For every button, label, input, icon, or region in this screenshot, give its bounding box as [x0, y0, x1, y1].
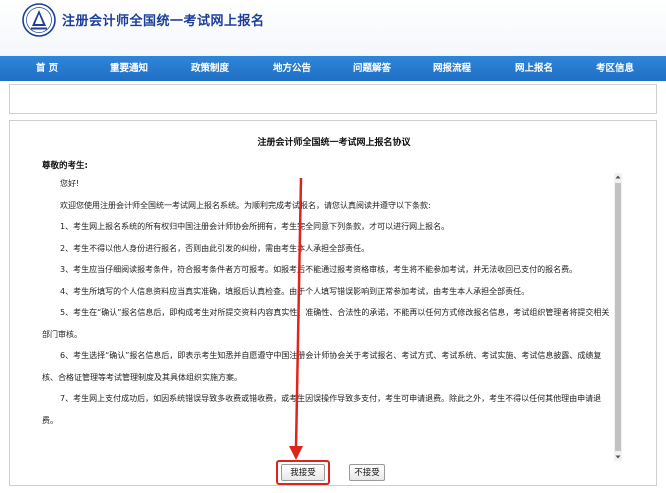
nav-item-exam-areas[interactable]: 考区信息 — [574, 56, 656, 81]
agreement-salutation: 尊敬的考生: — [42, 161, 88, 171]
top-info-box — [9, 84, 657, 114]
agreement-clause: 6、考生选择“确认”报名信息后，即表示考生知悉并自愿遵守中国注册会计师协会关于考… — [42, 351, 602, 382]
agreement-greeting: 您好! — [60, 179, 80, 188]
nav-item-online-registration[interactable]: 网上报名 — [494, 56, 574, 81]
agreement-intro: 欢迎您使用注册会计师全国统一考试网上报名系统。为顺利完成考试报名，请您认真阅读并… — [60, 200, 431, 210]
accept-button[interactable]: 我接受 — [281, 464, 325, 481]
nav-item-local-announcements[interactable]: 地方公告 — [252, 56, 332, 81]
agreement-scroll-area[interactable]: 您好! 欢迎您使用注册会计师全国统一考试网上报名系统。为顺利完成考试报名，请您认… — [42, 173, 622, 461]
cicpa-logo-icon — [22, 3, 56, 37]
scrollbar-thumb[interactable] — [615, 183, 621, 451]
nav-item-faq[interactable]: 问题解答 — [332, 56, 412, 81]
agreement-clause: 2、考生不得以他人身份进行报名，否则由此引发的纠纷，需由考生本人承担全部责任。 — [60, 243, 370, 253]
reject-button[interactable]: 不接受 — [349, 464, 385, 481]
agreement-clause: 4、考生所填写的个人信息资料应当真实准确，填报后认真检查。由于个人填写错误影响到… — [60, 286, 530, 296]
agreement-clause: 7、考生网上支付成功后，如因系统错误导致多收费或错收费，或考生因误操作导致多支付… — [42, 394, 602, 425]
nav-item-policies[interactable]: 政策制度 — [170, 56, 250, 81]
main-nav: 首 页 重要通知 政策制度 地方公告 问题解答 网报流程 网上报名 考区信息 — [0, 56, 666, 81]
nav-item-notices[interactable]: 重要通知 — [90, 56, 168, 81]
scroll-down-arrow-icon[interactable] — [614, 453, 622, 461]
nav-item-home[interactable]: 首 页 — [10, 56, 84, 81]
scroll-up-arrow-icon[interactable] — [614, 173, 622, 181]
agreement-clause: 1、考生网上报名系统的所有权归中国注册会计师协会所拥有，考生完全同意下列条款，才… — [60, 222, 450, 231]
agreement-title: 注册会计师全国统一考试网上报名协议 — [257, 138, 411, 148]
site-title: 注册会计师全国统一考试网上报名 — [62, 14, 265, 29]
agreement-clause: 5、考生在“确认”报名信息后，即构成考生对所提交资料内容真实性、准确性、合法性的… — [42, 308, 610, 339]
agreement-content: 您好! 欢迎您使用注册会计师全国统一考试网上报名系统。为顺利完成考试报名，请您认… — [42, 173, 614, 431]
agreement-panel: 注册会计师全国统一考试网上报名协议 尊敬的考生: 您好! 欢迎您使用注册会计师全… — [9, 120, 657, 486]
nav-item-registration-process[interactable]: 网报流程 — [412, 56, 492, 81]
agreement-clause: 3、考生应当仔细阅读报考条件，符合报考条件者方可报考。如报考后不能通过报考资格审… — [60, 265, 578, 274]
vertical-scrollbar[interactable] — [614, 173, 622, 461]
site-header: 注册会计师全国统一考试网上报名 — [0, 0, 666, 56]
